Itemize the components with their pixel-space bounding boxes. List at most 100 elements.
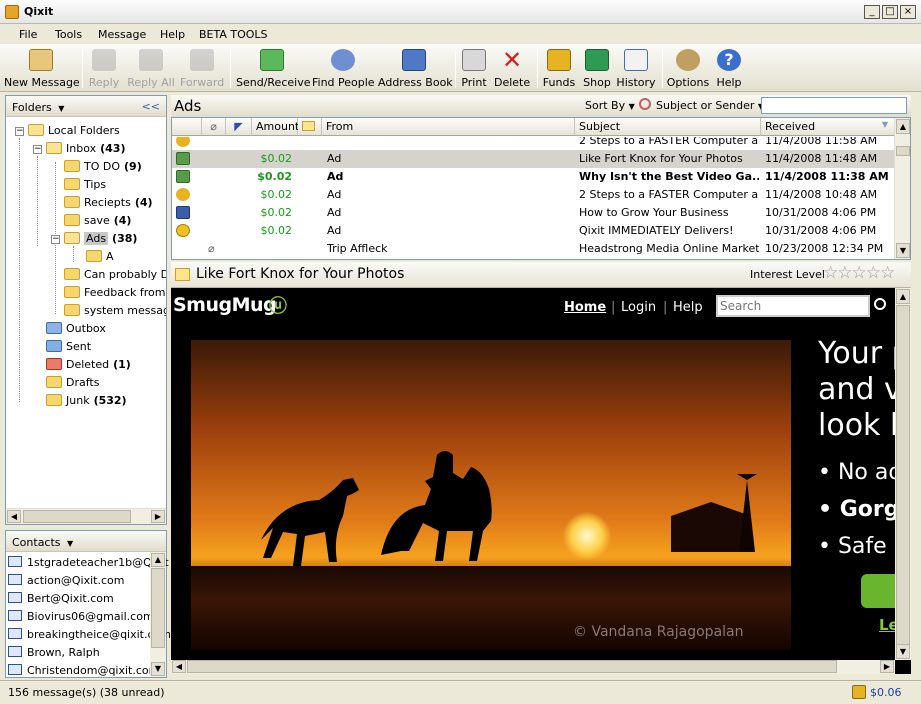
message-row[interactable]: $0.02 Ad Why Isn't the Best Video Ga... …	[172, 168, 895, 186]
column-received[interactable]: Received ▼	[761, 118, 895, 136]
scroll-left-icon[interactable]: ◀	[172, 660, 186, 673]
folder-tips[interactable]: Tips	[64, 177, 106, 194]
menu-message[interactable]: Message	[98, 28, 146, 41]
preview-scrollbar[interactable]: ▲ ▼	[895, 288, 911, 660]
contacts-scrollbar[interactable]: ▲ ▼	[150, 552, 166, 677]
find-people-button[interactable]: Find People	[312, 47, 375, 91]
folder-can-probably-delete[interactable]: Can probably De	[64, 267, 166, 284]
sort-by-button[interactable]: Sort By ▼	[585, 99, 635, 112]
scroll-up-icon[interactable]: ▲	[896, 119, 910, 134]
contact-item[interactable]: action@Qixit.com	[8, 572, 124, 590]
options-button[interactable]: Options	[666, 47, 710, 91]
folder-ads[interactable]: Ads (38)	[64, 231, 137, 248]
contact-item[interactable]: Biovirus06@gmail.com	[8, 608, 154, 626]
new-message-button[interactable]: New Message	[4, 47, 80, 91]
close-button[interactable]: ×	[900, 5, 916, 19]
contact-item[interactable]: Brown, Ralph	[8, 644, 100, 662]
message-row[interactable]: $0.02 Ad Like Fort Knox for Your Photos …	[172, 150, 895, 168]
folder-deleted[interactable]: Deleted (1)	[46, 357, 131, 374]
message-row[interactable]: ⌀ Trip Affleck Headstrong Media Online M…	[172, 240, 895, 258]
message-row[interactable]: $0.02 Ad 2 Steps to a FASTER Computer an…	[172, 186, 895, 204]
scroll-thumb[interactable]	[896, 146, 910, 156]
folder-save[interactable]: save (4)	[64, 213, 131, 230]
column-subject[interactable]: Subject	[575, 118, 761, 136]
help-button[interactable]: ? Help	[713, 47, 745, 91]
folder-junk[interactable]: Junk (532)	[46, 393, 127, 410]
menu-tools[interactable]: Tools	[55, 28, 82, 41]
folder-a[interactable]: A	[86, 249, 114, 266]
folder-local-folders[interactable]: Local Folders	[28, 123, 120, 140]
folder-system-messages[interactable]: system message	[64, 303, 166, 320]
collapse-pane-button[interactable]: <<	[142, 100, 160, 113]
smugmug-search-input[interactable]	[716, 295, 870, 317]
scroll-thumb[interactable]	[187, 660, 837, 673]
message-row[interactable]: 2 Steps to a FASTER Computer an... 11/4/…	[172, 137, 895, 150]
balance-amount[interactable]: $0.06	[870, 686, 902, 699]
folder-outbox[interactable]: Outbox	[46, 321, 106, 338]
scroll-thumb[interactable]	[151, 568, 165, 648]
print-button[interactable]: Print	[459, 47, 489, 91]
shop-button[interactable]: Shop	[581, 47, 613, 91]
minimize-button[interactable]: _	[864, 5, 880, 19]
funds-button[interactable]: Funds	[541, 47, 577, 91]
address-book-button[interactable]: Address Book	[378, 47, 453, 91]
message-list-scrollbar[interactable]: ▲ ▼	[894, 118, 910, 259]
scroll-thumb[interactable]	[896, 305, 910, 645]
scroll-down-icon[interactable]: ▼	[151, 662, 165, 676]
history-button[interactable]: History	[616, 47, 656, 91]
folders-hscrollbar[interactable]: ◀ ▶	[6, 508, 166, 524]
contacts-dropdown-icon[interactable]: ▼	[67, 539, 73, 548]
column-attachment[interactable]: ⌀	[202, 118, 226, 136]
contact-item[interactable]: breakingtheice@qixit.com	[8, 626, 171, 644]
column-icon[interactable]	[172, 118, 202, 136]
folder-icon	[64, 304, 80, 316]
nav-home-link[interactable]: Home	[564, 300, 606, 315]
send-receive-button[interactable]: Send/Receive	[236, 47, 310, 91]
menu-beta-tools[interactable]: BETA TOOLS	[199, 28, 268, 41]
reply-button[interactable]: Reply	[86, 47, 122, 91]
column-amount[interactable]: Amount	[252, 118, 299, 136]
scroll-up-icon[interactable]: ▲	[151, 553, 165, 567]
interest-rating-stars[interactable]: ☆☆☆☆☆	[823, 263, 895, 283]
search-field-selector[interactable]: Subject or Sender ▼	[656, 99, 764, 112]
folder-inbox[interactable]: Inbox (43)	[46, 141, 125, 158]
reply-all-button[interactable]: Reply All	[126, 47, 176, 91]
search-input[interactable]	[761, 97, 907, 114]
search-icon[interactable]	[874, 298, 886, 310]
contact-item[interactable]: 1stgradeteacher1b@Qixit	[8, 554, 169, 572]
column-from[interactable]: From	[322, 118, 575, 136]
column-read-status[interactable]	[298, 118, 322, 136]
scroll-right-icon[interactable]: ▶	[151, 510, 165, 523]
menu-help[interactable]: Help	[160, 28, 185, 41]
menu-file[interactable]: File	[19, 28, 37, 41]
column-flag[interactable]: ◤	[226, 118, 252, 136]
folders-title[interactable]: Folders	[12, 101, 52, 114]
contacts-title[interactable]: Contacts	[12, 536, 61, 549]
message-row[interactable]: $0.02 Ad Qixit IMMEDIATELY Delivers! 10/…	[172, 222, 895, 240]
preview-hscrollbar[interactable]: ◀ ▶	[171, 660, 895, 674]
scroll-thumb[interactable]	[23, 510, 131, 523]
folder-drafts[interactable]: Drafts	[46, 375, 99, 392]
scroll-down-icon[interactable]: ▼	[896, 644, 910, 659]
scroll-right-icon[interactable]: ▶	[880, 660, 894, 673]
forward-button[interactable]: Forward	[180, 47, 224, 91]
folder-to-do[interactable]: TO DO (9)	[64, 159, 142, 176]
expand-local-folders[interactable]: −	[15, 127, 24, 136]
contact-item[interactable]: Christendom@qixit.com	[8, 662, 159, 676]
delete-button[interactable]: ✕ Delete	[494, 47, 530, 91]
expand-inbox[interactable]: −	[33, 145, 42, 154]
nav-help-link[interactable]: Help	[673, 300, 703, 315]
message-row[interactable]: $0.02 Ad How to Grow Your Business 10/31…	[172, 204, 895, 222]
scroll-down-icon[interactable]: ▼	[896, 243, 910, 258]
scroll-left-icon[interactable]: ◀	[7, 510, 21, 523]
folder-sent[interactable]: Sent	[46, 339, 91, 356]
message-preview: SmugMug ⓤ Home | Login | Help © Vandana …	[171, 288, 911, 674]
folder-feedback[interactable]: Feedback from M	[64, 285, 166, 302]
scroll-up-icon[interactable]: ▲	[896, 289, 910, 304]
folder-reciepts[interactable]: Reciepts (4)	[64, 195, 153, 212]
maximize-button[interactable]: □	[882, 5, 898, 19]
expand-ads[interactable]: −	[51, 235, 60, 244]
folders-dropdown-icon[interactable]: ▼	[58, 104, 64, 113]
nav-login-link[interactable]: Login	[621, 300, 656, 315]
contact-item[interactable]: Bert@Qixit.com	[8, 590, 114, 608]
